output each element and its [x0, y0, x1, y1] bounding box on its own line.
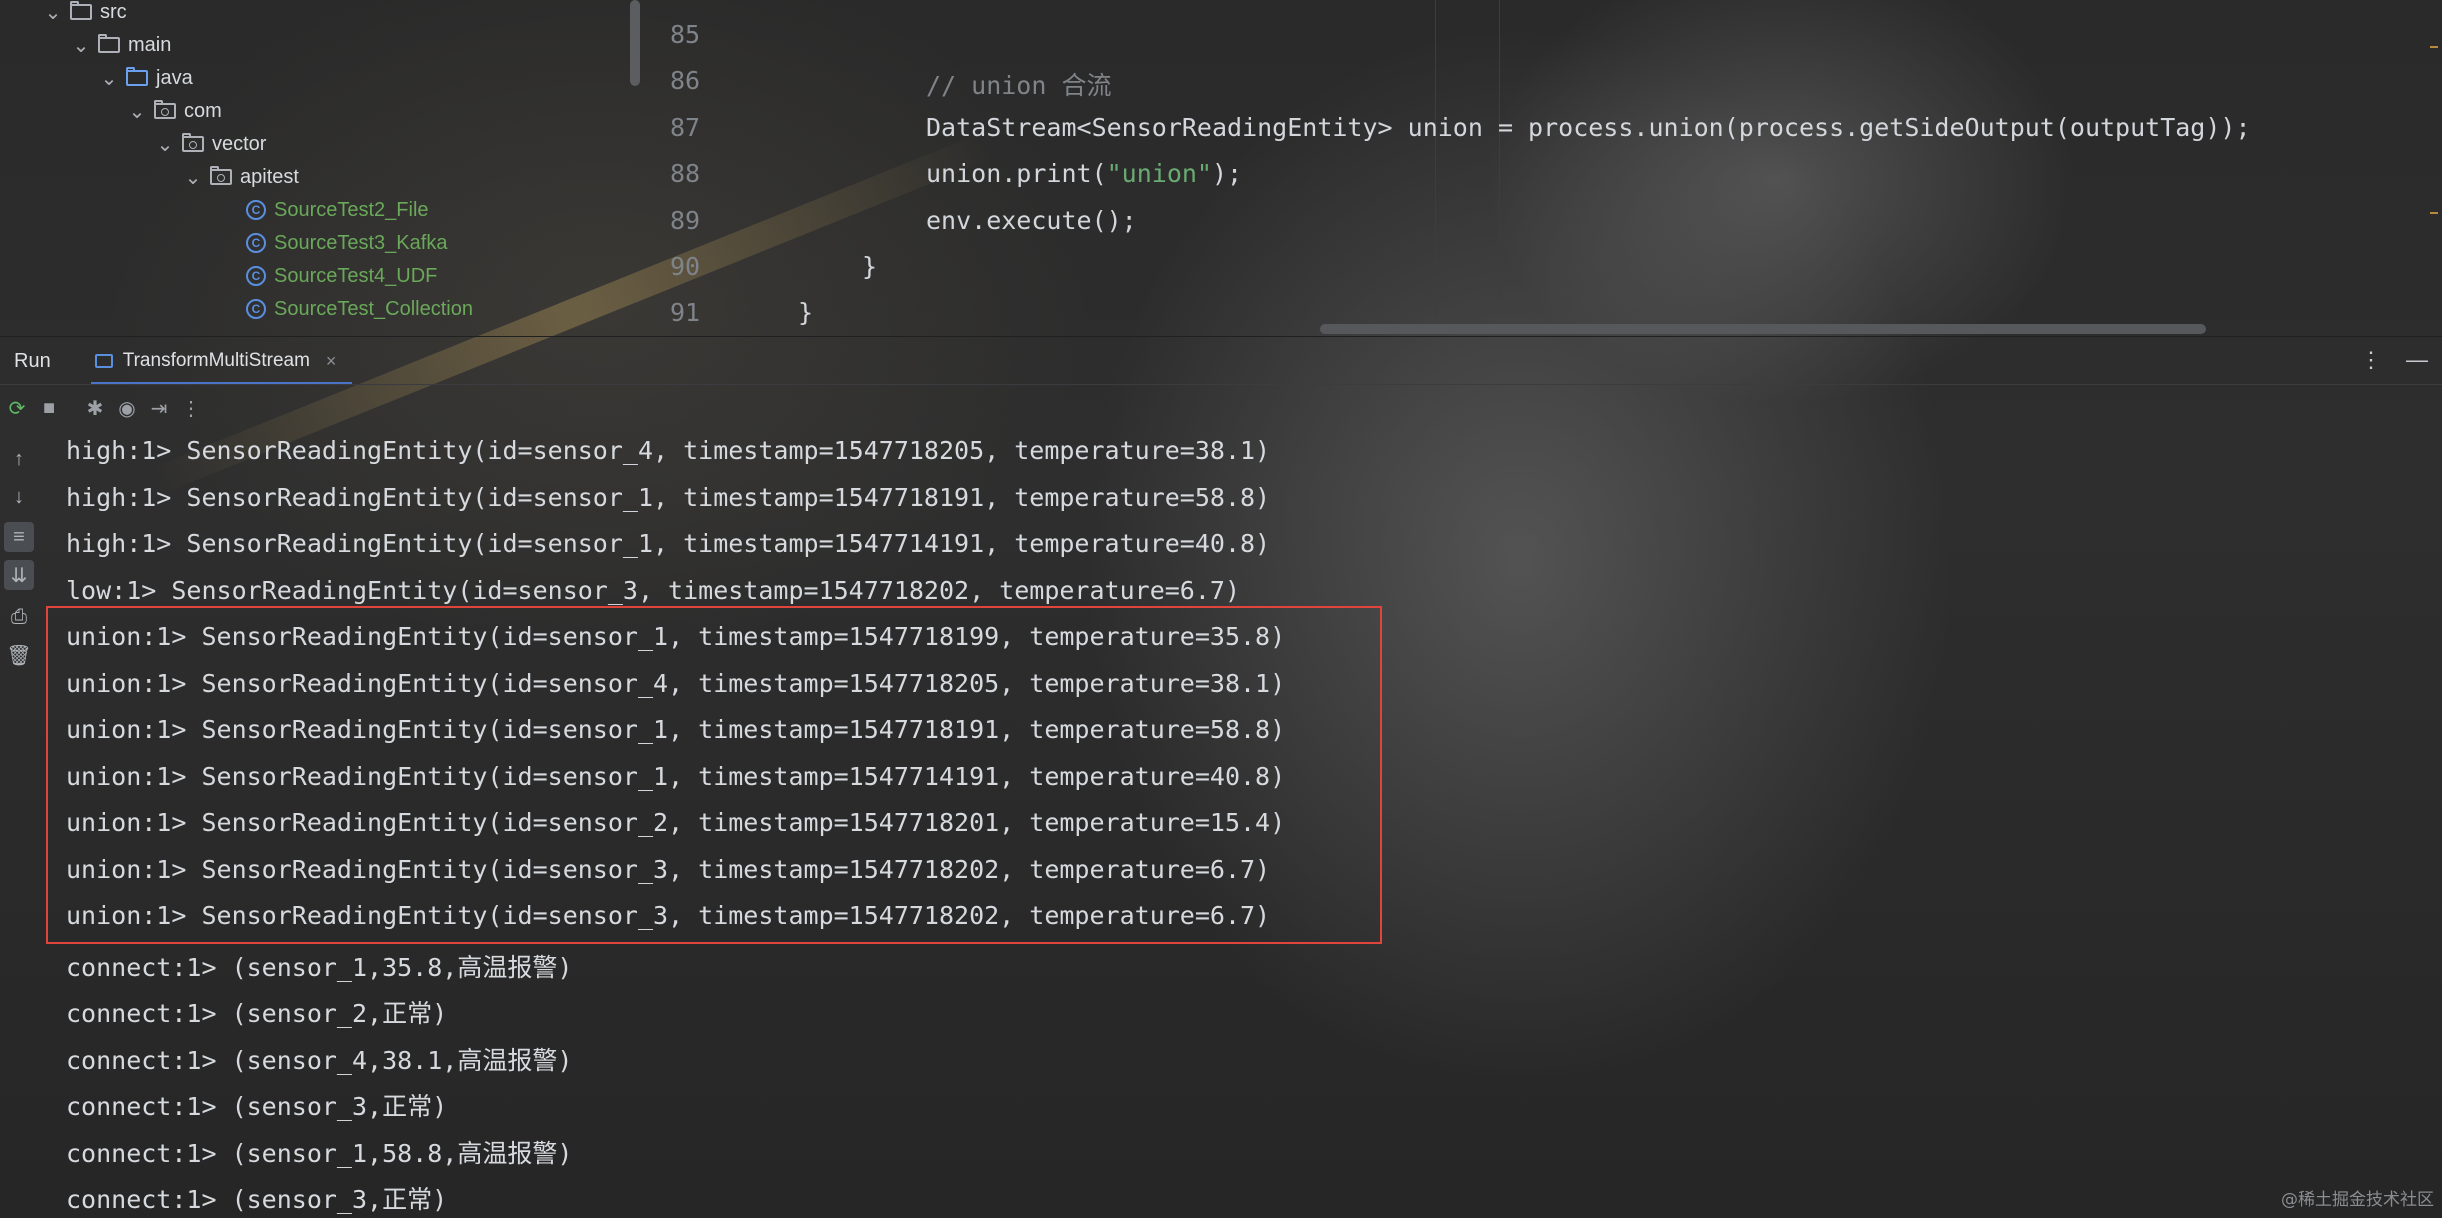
- console-line: high:1> SensorReadingEntity(id=sensor_1,…: [66, 529, 1271, 558]
- tree-item-vector[interactable]: ⌄ vector: [156, 128, 267, 160]
- line-number: 88: [670, 159, 701, 188]
- watermark: @稀土掘金技术社区: [2281, 1190, 2434, 1210]
- class-icon: C: [246, 233, 266, 253]
- tree-item-main[interactable]: ⌄ main: [72, 29, 172, 61]
- project-tree: ⌄ src ⌄ main ⌄ java ⌄ com ⌄ vector ⌄ api…: [0, 0, 640, 336]
- source-folder-icon: [126, 67, 148, 86]
- line-number: 90: [670, 252, 701, 281]
- tree-scrollbar[interactable]: [630, 0, 640, 86]
- code-line: union.print("union");: [926, 159, 1242, 188]
- console-line: low:1> SensorReadingEntity(id=sensor_3, …: [66, 576, 1240, 605]
- close-icon[interactable]: ×: [326, 351, 337, 372]
- highlight-box: [46, 606, 1382, 944]
- console-side-toolbar: ↑ ↓ ≡ ⇊ ⎙ 🗑: [0, 444, 38, 684]
- class-icon: C: [246, 299, 266, 319]
- print-icon[interactable]: ⎙: [4, 602, 34, 632]
- run-window-title: Run: [14, 349, 51, 372]
- arrow-down-icon[interactable]: ↓: [4, 482, 34, 512]
- indent-guide: [1435, 0, 1436, 318]
- console-line: connect:1> (sensor_4,38.1,高温报警): [66, 1046, 573, 1075]
- tree-item-class[interactable]: C SourceTest_Collection: [246, 293, 473, 325]
- package-icon: [210, 166, 232, 185]
- soft-wrap-icon[interactable]: ≡: [4, 522, 34, 552]
- code-line: DataStream<SensorReadingEntity> union = …: [926, 113, 2251, 142]
- scroll-to-end-icon[interactable]: ⇊: [4, 560, 34, 590]
- console-line: connect:1> (sensor_3,正常): [66, 1185, 448, 1214]
- console-icon: [94, 354, 113, 368]
- code-line: }: [798, 298, 814, 327]
- camera-icon[interactable]: ◉: [112, 393, 142, 423]
- minimize-icon[interactable]: —: [2406, 347, 2428, 373]
- chevron-down-icon[interactable]: ⌄: [156, 134, 174, 156]
- tree-item-class[interactable]: C SourceTest4_UDF: [246, 260, 437, 292]
- rerun-icon[interactable]: ⟳: [2, 393, 32, 423]
- tree-item-label: com: [184, 99, 222, 122]
- package-icon: [182, 133, 204, 152]
- code-comment: // union 合流: [926, 71, 1112, 100]
- tree-item-src[interactable]: ⌄ src: [44, 0, 127, 28]
- code-editor[interactable]: 85 86 // union 合流 87 DataStream<SensorRe…: [640, 0, 2442, 336]
- tree-item-label: java: [156, 66, 193, 89]
- chevron-down-icon[interactable]: ⌄: [128, 101, 146, 123]
- console-line: connect:1> (sensor_1,58.8,高温报警): [66, 1139, 573, 1168]
- tree-item-class[interactable]: C SourceTest2_File: [246, 194, 429, 226]
- tree-item-label: main: [128, 33, 172, 56]
- tree-item-java[interactable]: ⌄ java: [100, 62, 193, 94]
- class-icon: C: [246, 200, 266, 220]
- error-stripe-mark[interactable]: [2430, 46, 2438, 48]
- line-number: 87: [670, 113, 701, 142]
- trash-icon[interactable]: 🗑: [4, 640, 34, 670]
- tab-transform-multi-stream[interactable]: TransformMultiStream ×: [90, 339, 353, 385]
- tree-item-label: apitest: [240, 165, 299, 188]
- debug-icon[interactable]: ✱: [80, 393, 110, 423]
- line-number: 85: [670, 20, 701, 49]
- chevron-down-icon[interactable]: ⌄: [100, 68, 118, 90]
- more-vertical-icon[interactable]: ⋮: [176, 393, 206, 423]
- chevron-down-icon[interactable]: ⌄: [184, 167, 202, 189]
- line-number: 91: [670, 298, 701, 327]
- tree-item-label: SourceTest3_Kafka: [274, 231, 448, 254]
- arrow-up-icon[interactable]: ↑: [4, 444, 34, 474]
- tree-item-class[interactable]: C SourceTest3_Kafka: [246, 227, 447, 259]
- run-tool-window-header: Run TransformMultiStream × ⋮ —: [0, 336, 2442, 385]
- code-line: }: [862, 252, 878, 281]
- run-window-actions: ⋮ —: [2360, 347, 2428, 373]
- run-toolbar: ⟳ ■ ✱ ◉ ⇥ ⋮: [0, 386, 2442, 430]
- line-number: 89: [670, 206, 701, 235]
- folder-icon: [70, 1, 92, 20]
- console-line: connect:1> (sensor_3,正常): [66, 1092, 448, 1121]
- tree-item-apitest[interactable]: ⌄ apitest: [184, 161, 299, 193]
- console-line: high:1> SensorReadingEntity(id=sensor_1,…: [66, 483, 1271, 512]
- code-text: );: [1211, 159, 1243, 188]
- chevron-down-icon[interactable]: ⌄: [72, 35, 90, 57]
- line-number: 86: [670, 66, 701, 95]
- code-text: union.print(: [926, 159, 1107, 188]
- console-line: connect:1> (sensor_1,35.8,高温报警): [66, 953, 573, 982]
- more-options-icon[interactable]: ⋮: [2360, 347, 2382, 373]
- chevron-down-icon[interactable]: ⌄: [44, 2, 62, 24]
- console-line: high:1> SensorReadingEntity(id=sensor_4,…: [66, 436, 1271, 465]
- code-string: "union": [1106, 159, 1212, 188]
- class-icon: C: [246, 266, 266, 286]
- stop-icon[interactable]: ■: [34, 393, 64, 423]
- exit-icon[interactable]: ⇥: [144, 393, 174, 423]
- error-stripe-mark[interactable]: [2430, 212, 2438, 214]
- tree-item-label: SourceTest_Collection: [274, 297, 473, 320]
- editor-horizontal-scrollbar[interactable]: [1320, 324, 2206, 334]
- tree-item-com[interactable]: ⌄ com: [128, 95, 222, 127]
- tree-item-label: vector: [212, 132, 267, 155]
- tree-item-label: SourceTest2_File: [274, 198, 429, 221]
- package-icon: [154, 100, 176, 119]
- tab-label: TransformMultiStream: [122, 350, 310, 371]
- folder-icon: [98, 34, 120, 53]
- console-line: connect:1> (sensor_2,正常): [66, 999, 448, 1028]
- code-line: env.execute();: [926, 206, 1137, 235]
- tree-item-label: src: [100, 0, 127, 23]
- tree-item-label: SourceTest4_UDF: [274, 264, 438, 287]
- indent-guide: [1499, 0, 1500, 300]
